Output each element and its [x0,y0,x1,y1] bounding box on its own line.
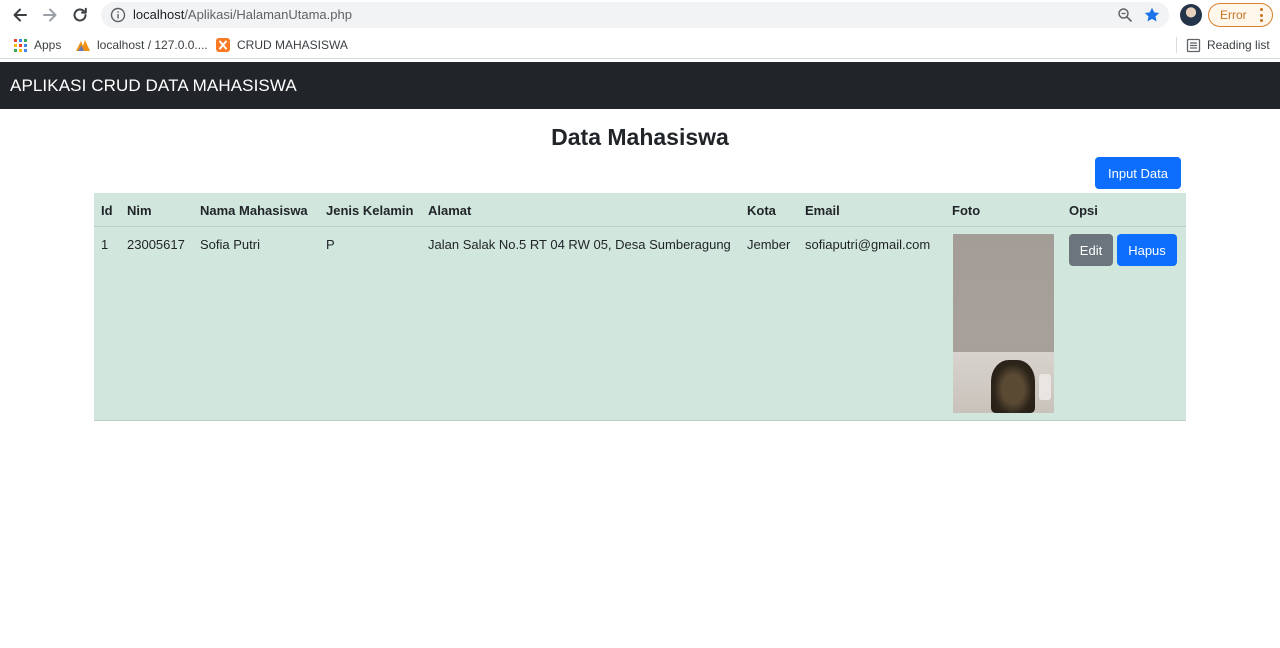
header-id: Id [101,203,113,218]
address-bar[interactable]: localhost/Aplikasi/HalamanUtama.php [101,2,1169,28]
forward-button[interactable] [39,4,61,26]
delete-button[interactable]: Hapus [1117,234,1177,266]
arrow-right-icon [43,8,57,22]
url-text[interactable]: localhost/Aplikasi/HalamanUtama.php [133,7,352,22]
divider [1176,37,1177,53]
student-table: Id Nim Nama Mahasiswa Jenis Kelamin Alam… [94,193,1186,421]
bookmark-apps[interactable]: Apps [12,37,61,53]
bookmark-localhost[interactable]: localhost / 127.0.0.... [75,37,208,53]
bookmarks-bar: Apps localhost / 127.0.0.... CRUD MAHASI… [0,31,1280,59]
bookmark-label: Apps [34,38,62,52]
profile-error-button[interactable]: Error [1208,3,1273,27]
reload-button[interactable] [69,4,91,26]
table-header: Id Nim Nama Mahasiswa Jenis Kelamin Alam… [94,193,1186,227]
header-opsi: Opsi [1069,203,1098,218]
header-alamat: Alamat [428,203,472,218]
header-nama: Nama Mahasiswa [200,203,308,218]
photo-detail [991,360,1035,413]
cell-email: sofiaputri@gmail.com [805,237,931,252]
arrow-left-icon [13,8,27,22]
cell-kota: Jember [747,237,791,252]
error-label: Error [1220,8,1247,22]
input-data-button[interactable]: Input Data [1095,157,1181,189]
reload-icon [73,7,87,22]
header-nim: Nim [127,203,152,218]
navbar-brand[interactable]: APLIKASI CRUD DATA MAHASISWA [10,76,297,96]
info-icon[interactable] [110,7,126,23]
page-title: Data Mahasiswa [551,124,729,150]
bookmark-label: localhost / 127.0.0.... [97,38,208,52]
photo-detail [1039,374,1051,400]
xampp-icon [216,38,230,52]
bookmark-star-icon[interactable] [1143,6,1161,24]
cell-id: 1 [101,237,109,252]
header-email: Email [805,203,840,218]
url-host: localhost [133,7,185,22]
reading-list-button[interactable]: Reading list [1186,37,1270,53]
bookmark-crud-mahasiswa[interactable]: CRUD MAHASISWA [215,37,348,53]
profile-avatar[interactable] [1180,4,1202,26]
student-photo [953,234,1054,413]
url-path: /Aplikasi/HalamanUtama.php [184,7,352,22]
browser-toolbar: localhost/Aplikasi/HalamanUtama.php Erro… [0,0,1280,31]
zoom-icon[interactable] [1117,7,1133,23]
header-kota: Kota [747,203,776,218]
cell-jenis-kelamin: P [326,237,335,252]
back-button[interactable] [9,4,31,26]
cell-nama: Sofia Putri [200,237,260,252]
cell-alamat: Jalan Salak No.5 RT 04 RW 05, Desa Sumbe… [428,237,731,252]
header-jenis-kelamin: Jenis Kelamin [326,203,414,218]
app-navbar: APLIKASI CRUD DATA MAHASISWA [0,62,1280,109]
header-foto: Foto [952,203,981,218]
cell-nim: 23005617 [127,237,185,252]
edit-button[interactable]: Edit [1069,234,1113,266]
reading-list-icon [1186,38,1201,52]
phpmyadmin-icon [76,40,90,51]
apps-grid-icon [12,37,28,53]
reading-list-label: Reading list [1207,38,1270,52]
more-menu-icon [1260,8,1263,22]
bookmark-label: CRUD MAHASISWA [237,38,348,52]
